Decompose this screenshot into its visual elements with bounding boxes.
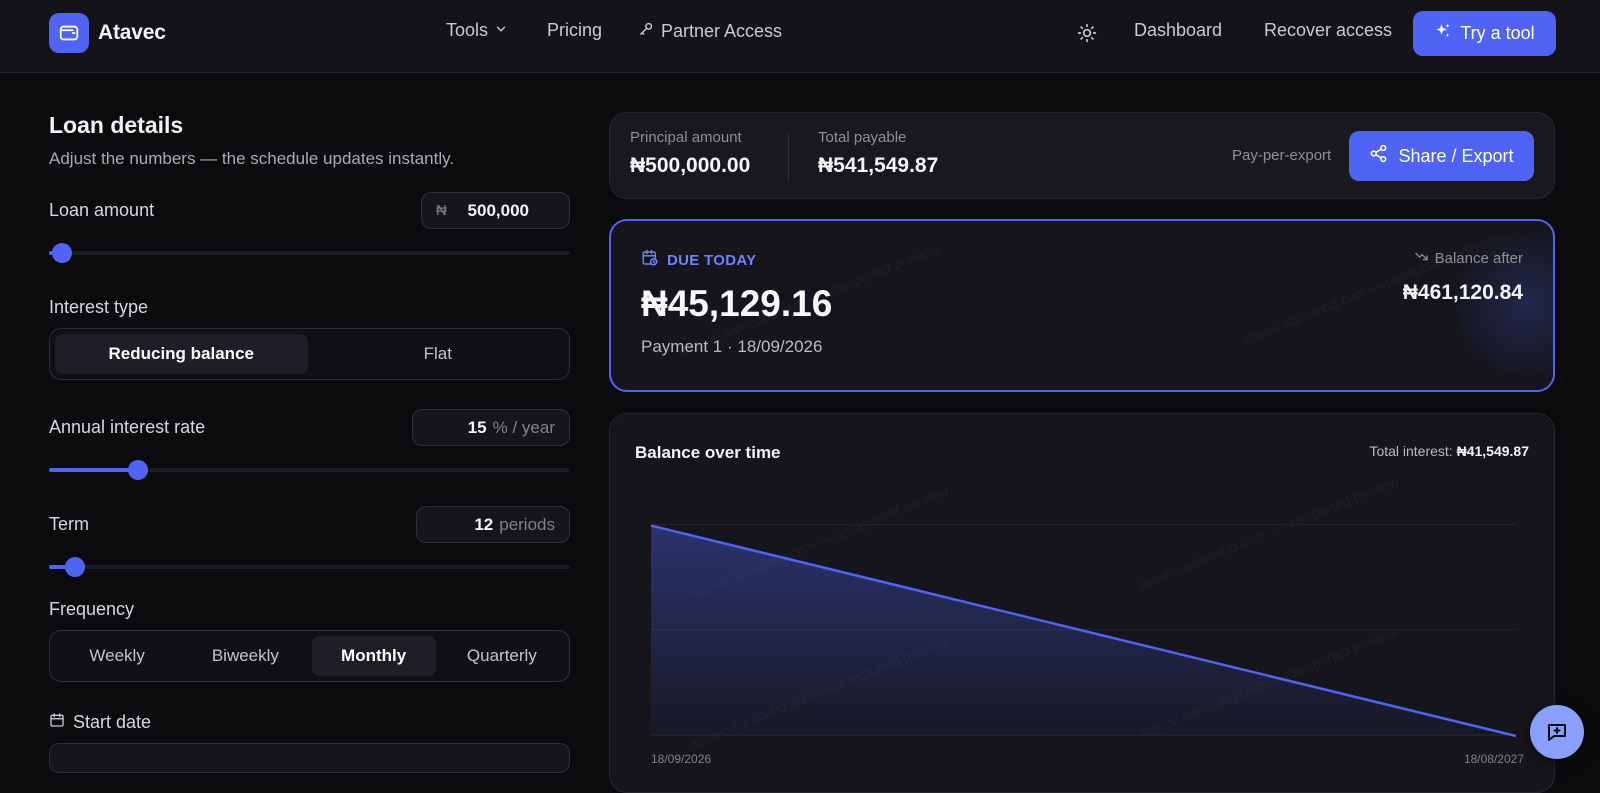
- interest-type-reducing-balance[interactable]: Reducing balance: [55, 334, 308, 374]
- interest-rate-slider[interactable]: [49, 460, 570, 480]
- loan-amount-slider[interactable]: [49, 243, 570, 263]
- loan-amount-value: 500,000: [467, 200, 529, 220]
- loan-amount-input[interactable]: ₦ 500,000: [421, 192, 570, 229]
- nav-tools[interactable]: Tools: [446, 20, 508, 41]
- nav-partner-access-label: Partner Access: [661, 20, 783, 41]
- nav-pricing-label: Pricing: [547, 20, 603, 40]
- principal-amount: Principal amount ₦500,000.00: [630, 129, 750, 178]
- frequency-weekly[interactable]: Weekly: [55, 636, 179, 676]
- frequency-monthly[interactable]: Monthly: [311, 636, 436, 676]
- nav-dashboard-label: Dashboard: [1134, 20, 1223, 40]
- try-a-tool-button[interactable]: Try a tool: [1413, 11, 1556, 56]
- loan-amount-row: Loan amount ₦ 500,000: [49, 192, 570, 229]
- due-amount: ₦45,129.16: [641, 283, 833, 324]
- loan-amount-label: Loan amount: [49, 200, 155, 220]
- total-payable-label: Total payable: [818, 129, 907, 146]
- nav-pricing[interactable]: Pricing: [547, 20, 602, 41]
- due-today-badge-label: DUE TODAY: [667, 252, 757, 269]
- term-row: Term 12 periods: [49, 506, 570, 543]
- term-unit: periods: [499, 514, 555, 534]
- interest-rate-row: Annual interest rate 15 % / year: [49, 409, 570, 446]
- interest-rate-input[interactable]: 15 % / year: [412, 409, 570, 446]
- chat-plus-icon[interactable]: [1530, 705, 1584, 759]
- loan-details-title: Loan details: [49, 112, 184, 138]
- theme-toggle[interactable]: [1077, 23, 1097, 48]
- start-date-label: Start date: [73, 712, 152, 732]
- sparkles-icon: [1434, 22, 1452, 45]
- nav-tools-label: Tools: [446, 20, 489, 40]
- slider-thumb[interactable]: [65, 557, 86, 577]
- try-a-tool-label: Try a tool: [1460, 23, 1535, 43]
- calendar-icon: [49, 712, 65, 733]
- balance-after-value: ₦461,120.84: [1402, 281, 1523, 304]
- interest-type-label: Interest type: [49, 297, 149, 317]
- term-value: 12: [474, 514, 494, 534]
- frequency-biweekly[interactable]: Biweekly: [183, 636, 307, 676]
- loan-details-subtitle: Adjust the numbers — the schedule update…: [49, 149, 455, 168]
- total-payable-value: ₦541,549.87: [818, 154, 939, 177]
- due-today-badge: DUE TODAY: [641, 249, 756, 272]
- frequency-label: Frequency: [49, 599, 135, 619]
- principal-amount-value: ₦500,000.00: [630, 154, 751, 177]
- frequency-quarterly[interactable]: Quarterly: [440, 636, 564, 676]
- balance-chart: 18/09/2026 18/08/2027: [650, 524, 1524, 766]
- loan-details-panel: Loan details Adjust the numbers — the sc…: [49, 112, 570, 773]
- interest-rate-value: 15: [467, 417, 487, 437]
- balance-after-label-row: Balance after: [1414, 249, 1523, 268]
- slider-fill: [49, 468, 138, 472]
- pay-per-export-label: Pay-per-export: [1232, 147, 1332, 164]
- interest-rate-unit: % / year: [492, 417, 555, 437]
- balance-after-label: Balance after: [1434, 250, 1523, 267]
- key-icon: [638, 20, 655, 42]
- divider: [788, 133, 789, 181]
- term-label: Term: [49, 514, 89, 534]
- payment-info: Payment 1 · 18/09/2026: [641, 337, 823, 356]
- trending-down-icon: [1414, 249, 1429, 268]
- balance-chart-card: atavec.aamonhq.com — unexported preview …: [609, 413, 1555, 793]
- brand[interactable]: Atavec: [49, 13, 166, 53]
- start-date-row: Start date: [49, 712, 570, 733]
- x-tick-label: 18/08/2027: [1464, 752, 1524, 766]
- term-input[interactable]: 12 periods: [416, 506, 570, 543]
- start-date-input[interactable]: [49, 743, 570, 773]
- brand-name: Atavec: [98, 21, 166, 44]
- nav-recover-access[interactable]: Recover access: [1264, 20, 1392, 41]
- chevron-down-icon: [494, 20, 508, 41]
- slider-track: [49, 565, 570, 569]
- due-today-card: atavec.aamonhq.com — unexported preview …: [609, 219, 1555, 392]
- nav-dashboard[interactable]: Dashboard: [1134, 20, 1222, 41]
- term-slider[interactable]: [49, 557, 570, 577]
- share-export-label: Share / Export: [1398, 145, 1514, 166]
- interest-type-segmented: Reducing balance Flat: [49, 328, 570, 380]
- wallet-icon: [49, 13, 89, 53]
- slider-thumb[interactable]: [127, 460, 148, 480]
- calendar-clock-icon: [641, 249, 659, 272]
- nav-partner-access[interactable]: Partner Access: [638, 20, 782, 42]
- total-payable: Total payable ₦541,549.87: [818, 129, 938, 178]
- x-tick-label: 18/09/2026: [651, 752, 711, 766]
- sun-icon: [1077, 23, 1097, 48]
- nav-recover-access-label: Recover access: [1264, 20, 1393, 40]
- interest-type-flat[interactable]: Flat: [312, 334, 565, 374]
- slider-thumb[interactable]: [52, 243, 72, 263]
- top-navigation-bar: Atavec Tools Pricing Partner Access Dash…: [0, 0, 1600, 73]
- frequency-segmented: Weekly Biweekly Monthly Quarterly: [49, 630, 570, 682]
- principal-amount-label: Principal amount: [630, 129, 742, 146]
- slider-track: [49, 251, 570, 255]
- interest-rate-label: Annual interest rate: [49, 417, 206, 437]
- currency-symbol: ₦: [436, 202, 447, 219]
- share-export-button[interactable]: Share / Export: [1349, 131, 1534, 181]
- share-icon: [1369, 144, 1388, 168]
